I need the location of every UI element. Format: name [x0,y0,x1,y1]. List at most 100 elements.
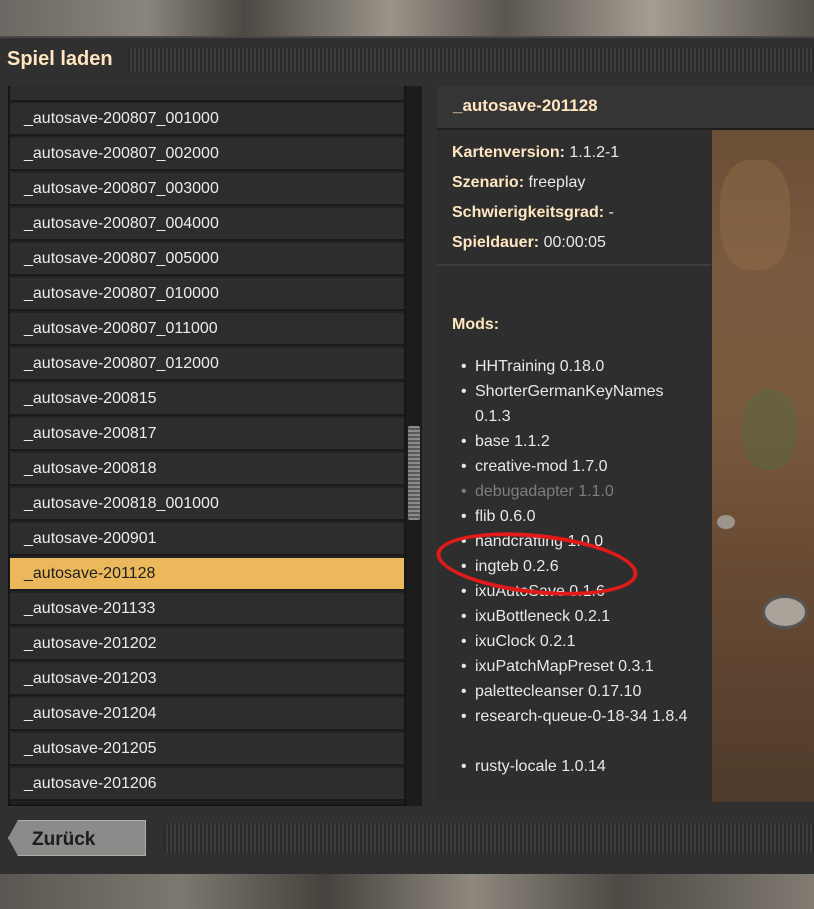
list-item[interactable]: _autosave-200807_002000 [10,138,404,171]
list-item[interactable]: _autosave-200818_001000 [10,488,404,521]
list-item[interactable]: _autosave-201206 [10,768,404,801]
save-list: _autosave-200807_001000 _autosave-200807… [8,86,406,806]
preview-terrain [742,390,797,470]
list-item[interactable]: _autosave-201205 [10,733,404,766]
save-name: _autosave-200807_010000 [24,285,219,302]
difficulty-row: Schwierigkeitsgrad: - [452,204,614,222]
list-item[interactable]: _autosave-200807_012000 [10,348,404,381]
preview-terrain [720,160,790,270]
list-item[interactable]: _autosave-200807_001000 [10,103,404,136]
bullet: • [461,658,467,675]
dialog-titlebar[interactable]: Spiel laden [0,44,814,74]
mod-item: • ShorterGermanKeyNames 0.1.3 [461,379,691,429]
save-name: _autosave-200807_011000 [24,320,218,337]
map-version-label: Kartenversion: [452,144,565,161]
save-name: _autosave-200818 [24,460,157,477]
scrollbar-thumb[interactable] [408,426,420,520]
difficulty-label: Schwierigkeitsgrad: [452,204,605,221]
preview-rock [762,595,808,629]
save-name: _autosave-201133 [24,600,156,617]
list-item[interactable]: _autosave-200901 [10,523,404,556]
list-item[interactable]: _autosave-201204 [10,698,404,731]
bullet: • [461,483,467,500]
scenario-value: freeplay [528,174,586,191]
scenario-row: Szenario: freeplay [452,174,585,192]
scenario-label: Szenario: [452,174,525,191]
details-title: _autosave-201128 [453,96,598,115]
bullet: • [461,383,467,400]
difficulty-value: - [608,204,614,221]
list-item[interactable]: _autosave-200815 [10,383,404,416]
details-header: _autosave-201128 [437,86,814,130]
mod-item: • flib 0.6.0 [461,504,691,529]
background-top [0,0,814,36]
list-item[interactable]: _autosave-200807_010000 [10,278,404,311]
list-item[interactable]: _autosave-200807_004000 [10,208,404,241]
mod-name: ShorterGermanKeyNames 0.1.3 [475,383,664,425]
save-name: _autosave-201203 [24,670,157,687]
divider [437,264,711,266]
bullet: • [461,633,467,650]
drag-handle[interactable] [128,48,814,72]
bullet: • [461,683,467,700]
list-item[interactable]: _autosave-201133 [10,593,404,626]
save-name: _autosave-200815 [24,390,157,407]
map-version-value: 1.1.2-1 [569,144,620,161]
list-item[interactable]: _autosave-200807_011000 [10,313,404,346]
map-preview-image [712,130,814,802]
mod-name: flib 0.6.0 [475,508,536,525]
save-name: _autosave-201128 [24,565,156,582]
load-game-dialog: Spiel laden _autosave-200807_001000 _aut… [0,36,814,874]
playtime-row: Spieldauer: 00:00:05 [452,234,606,252]
save-list-scrollbar[interactable] [406,86,422,806]
save-name: _autosave-200807_012000 [24,355,219,372]
playtime-value: 00:00:05 [543,234,606,251]
bullet: • [461,758,467,775]
list-item[interactable]: _autosave-200817 [10,418,404,451]
background-bottom [0,872,814,909]
save-name: _autosave-200807_004000 [24,215,219,232]
list-item[interactable]: _autosave-201202 [10,628,404,661]
mod-name: HHTraining 0.18.0 [475,358,605,375]
mod-item: • ixuBottleneck 0.2.1 [461,604,691,629]
dialog-footer: Zurück [8,818,814,858]
save-name: _autosave-201205 [24,740,157,757]
footer-drag-handle[interactable] [164,823,814,853]
dialog-title: Spiel laden [7,48,113,70]
mod-name: ixuClock 0.2.1 [475,633,576,650]
bullet: • [461,583,467,600]
mod-item: • ixuClock 0.2.1 [461,629,691,654]
mod-item: • rusty-locale 1.0.14 [461,754,691,779]
mod-name: research-queue-0-18-34 1.8.4 [475,708,688,725]
bullet: • [461,708,467,725]
mod-item: • research-queue-0-18-34 1.8.4 [461,704,691,729]
save-name: _autosave-201206 [24,775,157,792]
mod-name: debugadapter 1.1.0 [475,483,614,500]
preview-rock [717,515,735,529]
list-item-selected[interactable]: _autosave-201128 [10,558,404,591]
mod-item: • palettecleanser 0.17.10 [461,679,691,704]
list-item[interactable]: _autosave-200807_003000 [10,173,404,206]
back-button[interactable]: Zurück [8,820,146,856]
mods-heading: Mods: [452,316,500,333]
mod-name: ixuPatchMapPreset 0.3.1 [475,658,654,675]
bullet: • [461,433,467,450]
save-details-panel: _autosave-201128 Kartenversion: 1.1.2-1 … [437,86,814,802]
save-name: _autosave-200807_003000 [24,180,219,197]
mod-name: ixuBottleneck 0.2.1 [475,608,611,625]
map-version-row: Kartenversion: 1.1.2-1 [452,144,619,162]
mod-item: • ixuPatchMapPreset 0.3.1 [461,654,691,679]
bullet: • [461,508,467,525]
save-name: _autosave-201202 [24,635,157,652]
mod-item: • creative-mod 1.7.0 [461,454,691,479]
list-item-partial[interactable] [10,86,404,102]
mod-item-disabled: • debugadapter 1.1.0 [461,479,691,504]
save-name: _autosave-200901 [24,530,157,547]
mod-name: palettecleanser 0.17.10 [475,683,642,700]
playtime-label: Spieldauer: [452,234,540,251]
list-item[interactable]: _autosave-200807_005000 [10,243,404,276]
list-item[interactable]: _autosave-201203 [10,663,404,696]
save-name: _autosave-200818_001000 [24,495,219,512]
bullet: • [461,358,467,375]
list-item[interactable]: _autosave-200818 [10,453,404,486]
